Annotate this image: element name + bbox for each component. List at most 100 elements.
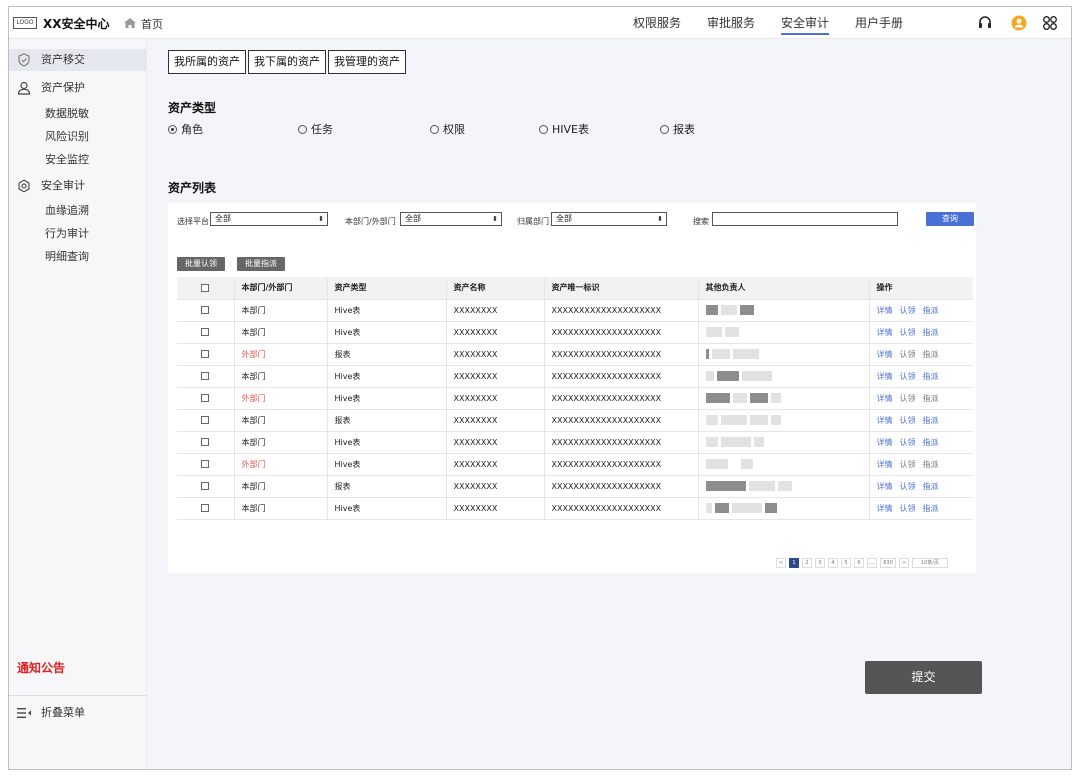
page-button[interactable]: 3 bbox=[815, 558, 825, 568]
redacted-block bbox=[711, 349, 730, 359]
sidebar-item-security-audit[interactable]: 安全审计 bbox=[9, 175, 147, 197]
radio-dot bbox=[539, 124, 548, 134]
assign-link[interactable]: 指派 bbox=[923, 416, 939, 425]
radio-hive-table[interactable]: HIVE表 bbox=[539, 121, 589, 137]
detail-link[interactable]: 详情 bbox=[877, 372, 893, 381]
assign-link[interactable]: 指派 bbox=[923, 438, 939, 447]
detail-link[interactable]: 详情 bbox=[877, 328, 893, 337]
table-row: 外部门 报表 XXXXXXXX XXXXXXXXXXXXXXXXXXXX 详情 认领 指派 bbox=[177, 343, 973, 366]
headset-icon[interactable] bbox=[977, 15, 993, 31]
row-checkbox[interactable] bbox=[201, 460, 210, 468]
page-button[interactable]: 630 bbox=[880, 558, 896, 568]
claim-link[interactable]: 认领 bbox=[900, 416, 916, 425]
row-checkbox[interactable] bbox=[201, 306, 210, 314]
assign-link[interactable]: 指派 bbox=[923, 460, 939, 469]
assign-link[interactable]: 指派 bbox=[923, 504, 939, 513]
home-link[interactable]: 首页 bbox=[141, 16, 163, 32]
nav-approval-service[interactable]: 审批服务 bbox=[694, 7, 768, 39]
assign-link[interactable]: 指派 bbox=[923, 482, 939, 491]
page-size-select[interactable]: 10条/页 bbox=[912, 558, 948, 568]
column-header: 资产唯一标识 bbox=[544, 277, 699, 300]
page-button[interactable]: 5 bbox=[841, 558, 851, 568]
submit-button[interactable]: 提交 bbox=[865, 661, 982, 694]
platform-select[interactable]: 全部 ⬍ bbox=[210, 212, 328, 226]
detail-link[interactable]: 详情 bbox=[877, 482, 893, 491]
home-icon[interactable] bbox=[123, 16, 137, 30]
row-checkbox[interactable] bbox=[201, 438, 210, 446]
claim-link[interactable]: 认领 bbox=[900, 306, 916, 315]
dept-select-value: 全部 bbox=[405, 214, 421, 223]
detail-link[interactable]: 详情 bbox=[877, 460, 893, 469]
detail-link[interactable]: 详情 bbox=[877, 416, 893, 425]
assign-link[interactable]: 指派 bbox=[923, 306, 939, 315]
dept-select[interactable]: 全部 ⬍ bbox=[400, 212, 502, 226]
dept-cell: 本部门 bbox=[234, 299, 328, 322]
page-ellipsis: ... bbox=[867, 558, 877, 568]
radio-permission[interactable]: 权限 bbox=[430, 121, 465, 137]
claim-link[interactable]: 认领 bbox=[900, 460, 916, 469]
redacted-block bbox=[705, 393, 730, 403]
select-all-checkbox[interactable] bbox=[201, 283, 210, 292]
claim-link[interactable]: 认领 bbox=[900, 328, 916, 337]
search-input[interactable] bbox=[712, 212, 898, 226]
claim-link[interactable]: 认领 bbox=[900, 394, 916, 403]
row-checkbox[interactable] bbox=[201, 394, 210, 402]
row-checkbox[interactable] bbox=[201, 504, 210, 512]
detail-link[interactable]: 详情 bbox=[877, 394, 893, 403]
row-checkbox[interactable] bbox=[201, 328, 210, 336]
claim-link[interactable]: 认领 bbox=[900, 482, 916, 491]
sidebar-subitem-data-masking[interactable]: 数据脱敏 bbox=[45, 105, 89, 121]
row-checkbox[interactable] bbox=[201, 372, 210, 380]
radio-report[interactable]: 报表 bbox=[660, 121, 695, 137]
nav-user-manual[interactable]: 用户手册 bbox=[842, 7, 911, 39]
sidebar-subitem-behavior-audit[interactable]: 行为审计 bbox=[45, 225, 89, 241]
sidebar-subitem-risk-identification[interactable]: 风险识别 bbox=[45, 128, 89, 144]
row-checkbox[interactable] bbox=[201, 482, 210, 490]
page-button[interactable]: 2 bbox=[802, 558, 812, 568]
claim-link[interactable]: 认领 bbox=[900, 372, 916, 381]
sidebar-divider bbox=[9, 695, 147, 696]
sidebar-item-asset-transfer[interactable]: 资产移交 bbox=[9, 49, 147, 71]
assign-link[interactable]: 指派 bbox=[923, 328, 939, 337]
prev-page-button[interactable]: < bbox=[776, 558, 786, 568]
tab-managed-assets[interactable]: 我管理的资产 bbox=[328, 50, 406, 74]
detail-link[interactable]: 详情 bbox=[877, 438, 893, 447]
assign-link[interactable]: 指派 bbox=[923, 350, 939, 359]
actions-cell: 详情 认领 指派 bbox=[869, 431, 973, 454]
query-button[interactable]: 查询 bbox=[926, 212, 974, 226]
page-button[interactable]: 6 bbox=[854, 558, 864, 568]
claim-link[interactable]: 认领 bbox=[900, 438, 916, 447]
avatar-icon[interactable] bbox=[1011, 15, 1027, 31]
row-checkbox[interactable] bbox=[201, 350, 210, 358]
claim-link[interactable]: 认领 bbox=[900, 504, 916, 513]
radio-task[interactable]: 任务 bbox=[298, 121, 333, 137]
sidebar-subitem-security-monitoring[interactable]: 安全监控 bbox=[45, 151, 89, 167]
nav-permission-service[interactable]: 权限服务 bbox=[620, 7, 694, 39]
apps-grid-icon[interactable] bbox=[1042, 15, 1058, 31]
nav-security-audit[interactable]: 安全审计 bbox=[768, 7, 842, 39]
claim-link[interactable]: 认领 bbox=[900, 350, 916, 359]
detail-link[interactable]: 详情 bbox=[877, 504, 893, 513]
actions-cell: 详情 认领 指派 bbox=[869, 453, 973, 476]
sidebar-subitem-detail-query[interactable]: 明细查询 bbox=[45, 248, 89, 264]
assign-link[interactable]: 指派 bbox=[923, 372, 939, 381]
logo: LOGO bbox=[13, 17, 37, 29]
sidebar-subitem-lineage-trace[interactable]: 血缘追溯 bbox=[45, 202, 89, 218]
batch-claim-button[interactable]: 批量认领 bbox=[177, 257, 225, 271]
radio-role[interactable]: 角色 bbox=[168, 121, 203, 137]
sidebar-item-asset-protection[interactable]: 资产保护 bbox=[9, 77, 147, 99]
column-header: 其他负责人 bbox=[698, 277, 870, 300]
next-page-button[interactable]: > bbox=[899, 558, 909, 568]
tab-my-assets[interactable]: 我所属的资产 bbox=[168, 50, 246, 74]
row-checkbox[interactable] bbox=[201, 416, 210, 424]
assign-link[interactable]: 指派 bbox=[923, 394, 939, 403]
page-button[interactable]: 1 bbox=[789, 558, 799, 568]
tab-subordinate-assets[interactable]: 我下属的资产 bbox=[248, 50, 326, 74]
notice-link[interactable]: 通知公告 bbox=[17, 659, 65, 676]
redacted-block bbox=[720, 415, 747, 425]
batch-assign-button[interactable]: 批量指派 bbox=[237, 257, 285, 271]
owner-dept-select[interactable]: 全部 ⬍ bbox=[551, 212, 667, 226]
detail-link[interactable]: 详情 bbox=[877, 306, 893, 315]
page-button[interactable]: 4 bbox=[828, 558, 838, 568]
detail-link[interactable]: 详情 bbox=[877, 350, 893, 359]
